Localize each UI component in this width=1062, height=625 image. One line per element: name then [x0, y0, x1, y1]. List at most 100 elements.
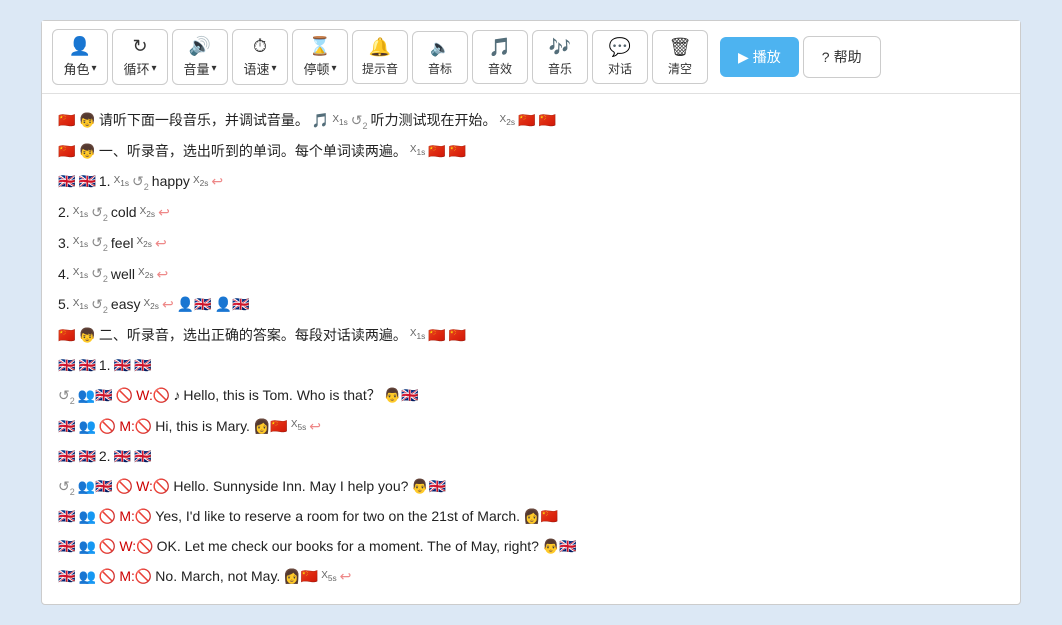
person-cn-l16: 👩🇨🇳	[283, 562, 318, 590]
x1s-badge: X1s	[332, 110, 347, 131]
loop-icon: ↻	[132, 36, 147, 57]
note-icon-l10: ♪	[173, 381, 180, 409]
clear-button[interactable]: 🗑 清空	[652, 30, 708, 84]
word-cold: cold	[111, 198, 137, 226]
no-icon-l13: 🚫	[116, 472, 133, 500]
no-icon-l10: 🚫	[116, 381, 133, 409]
group-icon-l10: 👥🇬🇧	[78, 381, 113, 409]
refresh-l10: ↺2	[58, 381, 75, 410]
line-15: 🇬🇧 👥 🚫 W:🚫 OK. Let me check our books fo…	[58, 532, 1004, 560]
refresh-l6: ↺2	[91, 259, 108, 288]
audio-mark-icon: 🔈	[430, 38, 450, 58]
line-7: 5. X1s ↺2 easy X2s ↩ 👤🇬🇧 👤🇬🇧	[58, 290, 1004, 319]
volume-button[interactable]: 🔊 音量▾	[172, 29, 228, 85]
group-l16: 👥	[78, 562, 95, 590]
m-no-l14: M:🚫	[119, 502, 152, 530]
play-button[interactable]: ▶ 播放	[720, 37, 799, 77]
audio-mark-button[interactable]: 🔈 音标	[412, 31, 468, 84]
x2s-l3: X2s	[193, 171, 208, 192]
speed-button[interactable]: ⏱ 语速▾	[232, 29, 288, 85]
flag-uk-l3: 🇬🇧	[58, 167, 75, 195]
x5s-l11: X5s	[291, 415, 306, 436]
flag-uk-l3-2: 🇬🇧	[78, 167, 95, 195]
help-icon: ?	[822, 49, 830, 65]
sound-effect-button[interactable]: 🎵 音效	[472, 30, 528, 84]
flag-cn-l8-2: 🇨🇳	[428, 321, 445, 349]
flag-uk-l9-2: 🇬🇧	[78, 351, 95, 379]
flag-cn-3: 🇨🇳	[538, 106, 555, 134]
num-4: 4.	[58, 260, 70, 288]
person-cn-l14: 👩🇨🇳	[523, 502, 558, 530]
line10-text: Hello, this is Tom. Who is that？	[183, 381, 380, 409]
person-icon-1: 👦	[78, 106, 95, 134]
person-icon-2: 👦	[78, 137, 95, 165]
line-12: 🇬🇧 🇬🇧 2. 🇬🇧 🇬🇧	[58, 442, 1004, 470]
num-1: 1.	[99, 167, 111, 195]
num-dialog-2: 2.	[99, 442, 111, 470]
play-label: 播放	[753, 47, 781, 67]
word-happy: happy	[152, 167, 190, 195]
music-note-icon: 🎵	[312, 106, 329, 134]
toolbar: 👤 角色▾ ↻ 循环▾ 🔊 音量▾ ⏱ 语速▾ ⌛	[42, 21, 1020, 94]
volume-label: 音量▾	[183, 59, 216, 78]
x5s-l16: X5s	[321, 566, 336, 587]
line-14: 🇬🇧 👥 🚫 M:🚫 Yes, I'd like to reserve a ro…	[58, 502, 1004, 530]
x2s-l4: X2s	[140, 202, 155, 223]
content-area: 🇨🇳 👦 请听下面一段音乐，并调试音量。 🎵 X1s ↺2 听力测试现在开始。 …	[42, 94, 1020, 604]
sound-effect-label: 音效	[488, 60, 512, 77]
refresh-icon-1: ↺2	[351, 106, 368, 135]
line13-text: Hello. Sunnyside Inn. May I help you?	[173, 472, 408, 500]
speed-icon: ⏱	[253, 36, 267, 57]
loop-label: 循环▾	[123, 59, 156, 78]
flag-cn: 🇨🇳	[58, 106, 75, 134]
play-icon: ▶	[738, 49, 749, 66]
group-l14: 👥	[78, 502, 95, 530]
clear-label: 清空	[668, 60, 692, 77]
flag-uk-l9-4: 🇬🇧	[134, 351, 151, 379]
redo-l3: ↩	[211, 167, 223, 195]
line11-text: Hi, this is Mary.	[155, 412, 250, 440]
volume-icon: 🔊	[189, 36, 211, 57]
pause-label: 停顿▾	[303, 59, 336, 78]
num-5: 5.	[58, 290, 70, 318]
dialog-label: 对话	[608, 60, 632, 77]
word-well: well	[111, 260, 135, 288]
line16-text: No. March, not May.	[155, 562, 280, 590]
num-dialog-1: 1.	[99, 351, 111, 379]
loop-button[interactable]: ↻ 循环▾	[112, 29, 168, 85]
role-button[interactable]: 👤 角色▾	[52, 29, 108, 85]
line-8: 🇨🇳 👦 二、听录音，选出正确的答案。每段对话读两遍。 X1s 🇨🇳 🇨🇳	[58, 321, 1004, 349]
redo-l5: ↩	[155, 229, 167, 257]
music-button[interactable]: 🎶 音乐	[532, 30, 588, 84]
sound-effect-icon: 🎵	[489, 37, 511, 58]
num-3: 3.	[58, 229, 70, 257]
group-l13: 👥🇬🇧	[78, 472, 113, 500]
group-l15: 👥	[78, 532, 95, 560]
refresh-l3: ↺2	[132, 167, 149, 196]
m-no-l11: M:🚫	[119, 412, 152, 440]
refresh-l7: ↺2	[91, 290, 108, 319]
dialog-button[interactable]: 💬 对话	[592, 30, 648, 84]
help-label: 帮助	[834, 47, 862, 67]
dialog-icon: 💬	[609, 37, 631, 58]
line1-text2: 听力测试现在开始。	[371, 106, 497, 134]
tip-audio-icon: 🔔	[369, 37, 391, 58]
line2-text: 一、听录音，选出听到的单词。每个单词读两遍。	[99, 137, 407, 165]
line-10: ↺2 👥🇬🇧 🚫 W:🚫 ♪ Hello, this is Tom. Who i…	[58, 381, 1004, 410]
flag-cn-l2: 🇨🇳	[58, 137, 75, 165]
flag-uk-l12-3: 🇬🇧	[114, 442, 131, 470]
person-flag-l7-2: 👤🇬🇧	[215, 290, 250, 318]
help-button[interactable]: ? 帮助	[803, 36, 881, 78]
line-2: 🇨🇳 👦 一、听录音，选出听到的单词。每个单词读两遍。 X1s 🇨🇳 🇨🇳	[58, 137, 1004, 165]
line-1: 🇨🇳 👦 请听下面一段音乐，并调试音量。 🎵 X1s ↺2 听力测试现在开始。 …	[58, 106, 1004, 135]
line-13: ↺2 👥🇬🇧 🚫 W:🚫 Hello. Sunnyside Inn. May I…	[58, 472, 1004, 501]
pause-button[interactable]: ⌛ 停顿▾	[292, 29, 348, 85]
flag-uk-l12-4: 🇬🇧	[134, 442, 151, 470]
tip-audio-label: 提示音	[362, 60, 398, 77]
flag-cn-l8: 🇨🇳	[58, 321, 75, 349]
music-icon: 🎶	[549, 37, 571, 58]
tip-audio-button[interactable]: 🔔 提示音	[352, 30, 408, 84]
line14-text: Yes, I'd like to reserve a room for two …	[155, 502, 520, 530]
redo-l4: ↩	[158, 198, 170, 226]
flag-uk-l15: 🇬🇧	[58, 532, 75, 560]
